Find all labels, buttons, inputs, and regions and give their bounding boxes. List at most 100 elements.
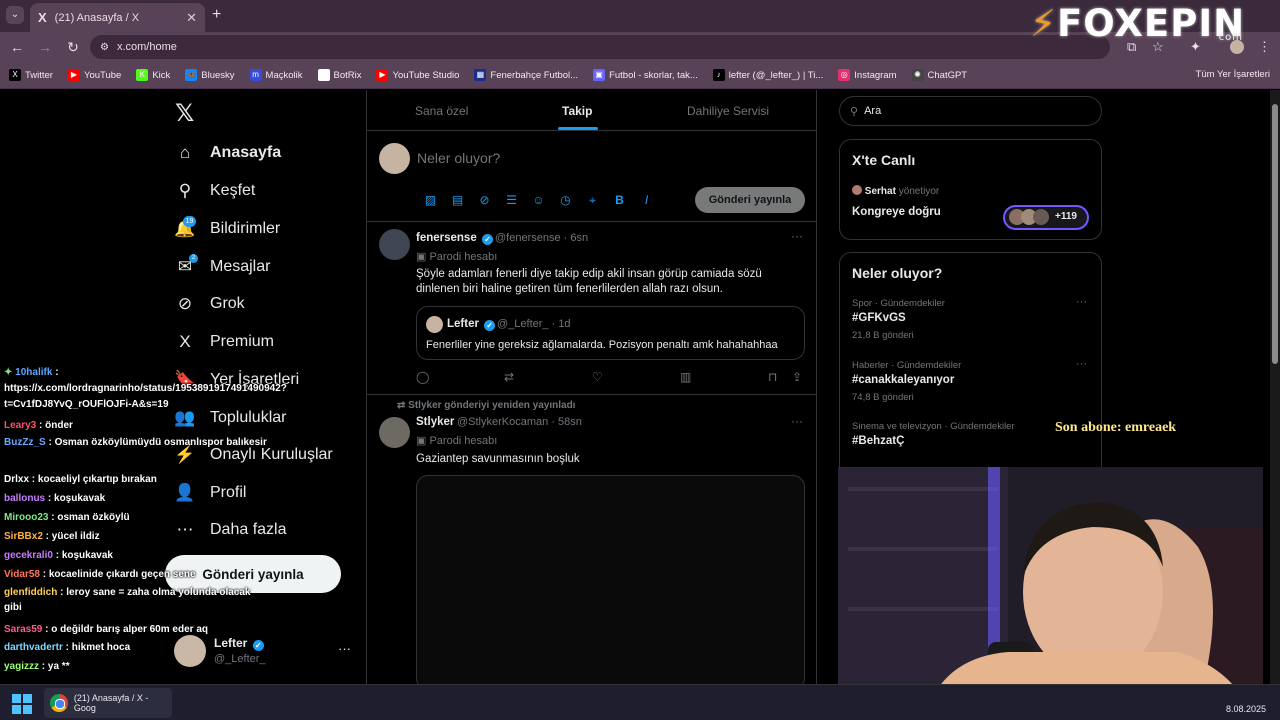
trend-category: Sinema ve televizyon · Gündemdekiler [852, 421, 1015, 432]
sidebar-item-label: Daha fazla [210, 521, 287, 538]
share-icon[interactable]: ⇪ [792, 370, 802, 384]
bookmark-label: YouTube Studio [392, 69, 460, 81]
media-icon[interactable]: ▨ [417, 193, 444, 208]
bookmark-item[interactable]: 🦋 Bluesky [185, 69, 235, 81]
bookmark-item[interactable]: ▶ YouTube [67, 69, 121, 81]
new-tab-button[interactable]: + [212, 6, 221, 24]
composer-input[interactable]: Neler oluyor? [417, 150, 500, 166]
bookmark-item[interactable]: ▦ Fenerbahçe Futbol... [474, 69, 578, 81]
trend-name[interactable]: #BehzatÇ [852, 435, 904, 447]
menu-kebab-icon[interactable]: ⋮ [1258, 39, 1271, 55]
location-icon[interactable]: ⌖ [579, 193, 606, 208]
trend-name[interactable]: #GFKvGS [852, 312, 906, 324]
scrollbar-thumb[interactable] [1272, 104, 1278, 364]
address-url: x.com/home [116, 41, 177, 53]
browser-tab[interactable]: X (21) Anasayfa / X ✕ [30, 3, 205, 32]
tweet-media[interactable] [416, 475, 805, 690]
back-icon[interactable]: ← [6, 39, 28, 55]
reply-icon[interactable]: ◯ [416, 370, 429, 384]
page-scrollbar[interactable] [1270, 90, 1280, 684]
gif-icon[interactable]: ▤ [444, 193, 471, 208]
quoted-tweet[interactable]: Lefter ✓ @_Lefter_ · 1d Fenerliler yine … [416, 306, 805, 360]
tweet-author-name[interactable]: Stlyker [416, 416, 454, 428]
chat-message: Saras59 : o değildr barış alper 60m eder… [4, 624, 208, 635]
tweet-avatar[interactable] [379, 417, 410, 448]
trend-more-icon[interactable]: ··· [1076, 358, 1087, 370]
emoji-icon[interactable]: ☺ [525, 193, 552, 208]
trend-name[interactable]: #canakkaleyanıyor [852, 374, 954, 386]
sidebar-item-search[interactable]: ⚲ Keşfet [174, 180, 256, 202]
bookmark-item[interactable]: ◆ BotRix [317, 69, 361, 81]
subscriber-alert: Son abone: emreaek [1055, 420, 1177, 435]
bookmark-item[interactable]: K Kick [136, 69, 170, 81]
taskbar-window-title: (21) Anasayfa / X - Goog [73, 693, 149, 713]
reload-icon[interactable]: ↻ [62, 39, 84, 56]
bookmark-item[interactable]: X Twitter [9, 69, 53, 81]
tab-for-you[interactable]: Sana özel [415, 104, 468, 118]
schedule-icon[interactable]: ◷ [552, 193, 579, 208]
chat-message: darthvadertr : hikmet hoca [4, 642, 131, 653]
grok-icon[interactable]: ⊘ [471, 193, 498, 208]
parody-badge: ▣ Parodi hesabı [416, 435, 498, 447]
chat-message: BuzZz_S : Osman özköylümüydü osmanlıspor… [4, 437, 267, 448]
bookmark-icon[interactable]: ⊓ [768, 370, 777, 384]
live-host: Serhat yönetiyor [852, 185, 939, 197]
tab-following[interactable]: Takip [562, 104, 592, 118]
sidebar-item-label: Keşfet [210, 182, 256, 199]
bookmark-item[interactable]: ▶ YouTube Studio [376, 69, 459, 81]
profile-icon: 👤 [174, 483, 196, 502]
bookmark-item[interactable]: ♪ lefter (@_lefter_) | Ti... [712, 69, 823, 81]
chat-text: önder [45, 420, 73, 431]
sidebar-item-profile[interactable]: 👤 Profil [174, 482, 246, 504]
kick-icon: K [136, 69, 149, 81]
tab-dahiliye-servisi[interactable]: Dahiliye Servisi [687, 104, 769, 118]
like-icon[interactable]: ♡ [592, 370, 603, 384]
x-logo-icon[interactable]: 𝕏 [175, 99, 194, 127]
x-favicon-icon: X [38, 10, 47, 25]
verified-icon: ✓ [481, 234, 493, 245]
composer-post-button[interactable]: Gönderi yayınla [695, 187, 805, 213]
composer-avatar [379, 143, 410, 174]
live-listeners-pill[interactable]: +119 [1003, 205, 1089, 230]
windows-start-icon[interactable] [12, 694, 32, 714]
italic-icon[interactable]: I [633, 193, 660, 208]
chat-username: 10halifk [15, 367, 53, 378]
taskbar-chrome-window[interactable]: (21) Anasayfa / X - Goog [44, 688, 172, 718]
account-more-icon[interactable]: ··· [338, 641, 351, 656]
bookmark-item[interactable]: ▣ Futbol - skorlar, tak... [593, 69, 698, 81]
forward-icon[interactable]: → [34, 39, 56, 55]
tweet-author-name[interactable]: fenersense ✓ [416, 232, 493, 245]
chat-message: Drlxx : kocaeliyl çıkartıp bırakan [4, 474, 157, 485]
tab-search-button[interactable]: ⌄ [6, 6, 24, 24]
trend-more-icon[interactable]: ··· [1076, 296, 1087, 308]
tweet-avatar[interactable] [379, 229, 410, 260]
chat-text: Osman özköylümüydü osmanlıspor balıkesir [54, 437, 267, 448]
search-input[interactable]: ⚲ Ara [839, 96, 1102, 126]
poll-icon[interactable]: ☰ [498, 193, 525, 208]
trend-count: 74,8 B gönderi [852, 392, 914, 403]
all-bookmarks-button[interactable]: Tüm Yer İşaretleri [1196, 69, 1270, 80]
close-tab-icon[interactable]: ✕ [186, 10, 197, 26]
chat-text: koşukavak [61, 550, 113, 561]
live-topic[interactable]: Kongreye doğru [852, 206, 941, 218]
address-bar[interactable]: ⚙ x.com/home [90, 35, 1110, 59]
chat-message: yagizzz : ya ** [4, 661, 70, 672]
tweet-more-icon[interactable]: ··· [791, 229, 803, 243]
account-switcher[interactable]: Lefter ✓ @_Lefter_ ··· [174, 635, 354, 671]
search-placeholder: Ara [864, 105, 882, 117]
sidebar-item-premium-x[interactable]: X Premium [174, 331, 274, 353]
tweet-more-icon[interactable]: ··· [791, 414, 803, 428]
foxepin-logo-domain: com [1218, 32, 1244, 43]
bookmark-item[interactable]: m Maçkolik [249, 69, 303, 81]
views-icon[interactable]: ▥ [680, 370, 691, 384]
site-info-icon[interactable]: ⚙ [100, 42, 109, 53]
search-icon: ⚲ [178, 181, 192, 200]
sidebar-item-grok[interactable]: ⊘ Grok [174, 293, 245, 315]
bookmark-item[interactable]: ✺ ChatGPT [911, 69, 967, 81]
retweet-icon[interactable]: ⇄ [504, 370, 514, 384]
bold-icon[interactable]: B [606, 193, 633, 208]
sidebar-item-more-circle[interactable]: ⋯ Daha fazla [174, 519, 287, 541]
chat-username: BuzZz_S [4, 437, 46, 448]
bookmark-item[interactable]: ◎ Instagram [838, 69, 897, 81]
sidebar-item-home[interactable]: ⌂ Anasayfa [174, 142, 281, 164]
